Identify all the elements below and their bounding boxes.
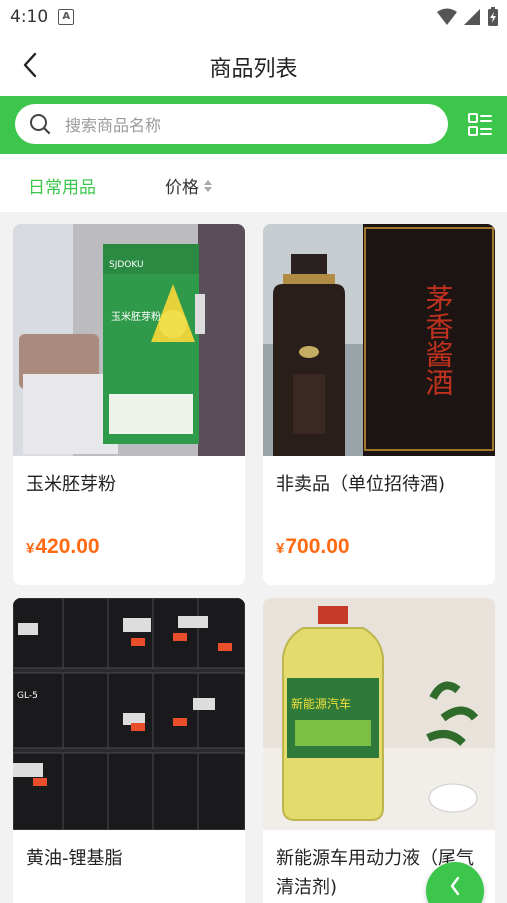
notification-app-icon: A: [58, 9, 75, 25]
search-bar: 搜索商品名称: [0, 96, 507, 154]
status-bar: 4:10 A: [0, 0, 507, 34]
filter-price-label: 价格: [165, 178, 199, 198]
price-value: 700.00: [285, 535, 350, 558]
product-image-label: GL-5: [17, 691, 38, 701]
filter-category-tab[interactable]: 日常用品: [28, 173, 96, 198]
product-image-label: 新能源汽车: [291, 696, 351, 711]
product-price: ¥420.00: [26, 535, 100, 559]
search-placeholder: 搜索商品名称: [65, 116, 162, 135]
wifi-icon: [437, 8, 457, 25]
page-title: 商品列表: [209, 57, 298, 82]
product-name: 黄油-锂基脂: [26, 848, 123, 869]
product-price: ¥700.00: [276, 535, 350, 559]
title-bar: 商品列表: [0, 34, 507, 96]
product-image: SJDOKU 玉米胚芽粉: [13, 224, 245, 456]
product-image-brand: SJDOKU: [109, 260, 144, 270]
product-image-label: 茅香酱酒: [422, 284, 455, 396]
product-name: 非卖品（单位招待酒): [276, 474, 446, 495]
currency-symbol: ¥: [276, 540, 285, 557]
product-card[interactable]: SJDOKU 玉米胚芽粉 玉米胚芽粉 ¥420.00: [13, 224, 245, 585]
filter-price-sort[interactable]: 价格: [165, 173, 212, 198]
product-image: 茅香酱酒: [263, 224, 495, 456]
product-card[interactable]: 新能源汽车 新能源车用动力液（尾气清洁剂): [263, 598, 495, 903]
sort-icon: [204, 179, 212, 192]
product-image: GL-5: [13, 598, 245, 830]
filter-bar: 日常用品 价格: [0, 154, 507, 212]
search-input[interactable]: 搜索商品名称: [15, 104, 448, 144]
search-icon: [30, 114, 51, 135]
status-icons: [437, 7, 499, 27]
chevron-left-icon: [450, 876, 460, 896]
signal-icon: [464, 9, 480, 25]
product-card[interactable]: GL-5 黄油-锂基脂: [13, 598, 245, 903]
product-card[interactable]: 茅香酱酒 非卖品（单位招待酒) ¥700.00: [263, 224, 495, 585]
status-time: 4:10: [10, 7, 49, 27]
product-name: 玉米胚芽粉: [26, 474, 116, 495]
list-layout-icon[interactable]: [467, 112, 493, 138]
price-value: 420.00: [35, 535, 100, 558]
product-image-label: 玉米胚芽粉: [111, 310, 161, 323]
currency-symbol: ¥: [26, 540, 35, 557]
battery-icon: [488, 7, 498, 26]
product-image: 新能源汽车: [263, 598, 495, 830]
